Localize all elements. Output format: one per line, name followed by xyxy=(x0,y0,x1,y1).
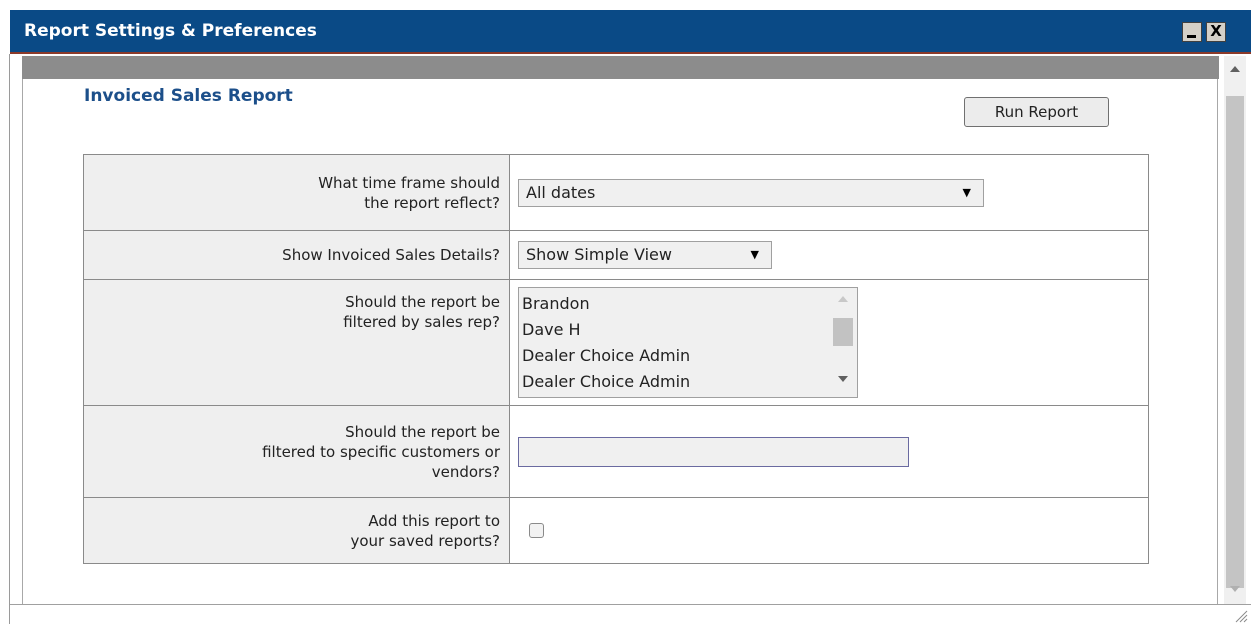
time-frame-select[interactable]: All dates ▼ xyxy=(518,178,984,207)
list-item[interactable]: Dealer Choice Admin xyxy=(522,369,857,395)
chevron-down-icon[interactable] xyxy=(838,376,848,382)
listbox-scroll-thumb[interactable] xyxy=(833,318,853,346)
time-frame-row: What time frame should the report reflec… xyxy=(83,154,1149,231)
close-button[interactable]: X xyxy=(1206,22,1226,42)
chevron-down-icon: ▼ xyxy=(750,248,759,261)
run-report-button[interactable]: Run Report xyxy=(964,97,1109,127)
time-frame-selected-value: All dates xyxy=(526,182,596,202)
chevron-down-icon: ▼ xyxy=(962,185,971,199)
customers-cell xyxy=(509,405,1149,498)
time-frame-label-line2: the report reflect? xyxy=(364,193,500,212)
header-divider-bar xyxy=(22,56,1219,79)
details-label: Show Invoiced Sales Details? xyxy=(83,230,510,280)
window-titlebar[interactable]: Report Settings & Preferences X xyxy=(10,10,1251,54)
list-item[interactable]: Dave H xyxy=(522,317,857,343)
save-row: Add this report to your saved reports? xyxy=(83,497,1149,564)
sales-rep-label-line2: filtered by sales rep? xyxy=(343,313,500,331)
time-frame-cell: All dates ▼ xyxy=(509,154,1149,231)
save-cell xyxy=(509,497,1149,564)
minimize-icon xyxy=(1187,35,1196,38)
customers-label: Should the report be filtered to specifi… xyxy=(83,405,510,498)
report-title: Invoiced Sales Report xyxy=(84,86,293,106)
time-frame-label-line1: What time frame should xyxy=(318,173,500,192)
listbox-scrollbar[interactable] xyxy=(833,294,853,392)
chevron-down-icon[interactable] xyxy=(1230,586,1240,592)
minimize-button[interactable] xyxy=(1182,22,1202,42)
save-label: Add this report to your saved reports? xyxy=(83,497,510,564)
report-settings-table: What time frame should the report reflec… xyxy=(83,154,1149,564)
page-scrollbar[interactable] xyxy=(1224,56,1246,604)
chevron-up-icon[interactable] xyxy=(838,296,848,302)
details-selected-value: Show Simple View xyxy=(526,245,672,264)
chevron-up-icon[interactable] xyxy=(1230,66,1240,72)
save-label-line2: your saved reports? xyxy=(350,531,501,550)
resize-grip-icon[interactable] xyxy=(1232,607,1248,623)
details-row: Show Invoiced Sales Details? Show Simple… xyxy=(83,230,1149,280)
close-icon: X xyxy=(1210,22,1222,40)
window-title: Report Settings & Preferences xyxy=(24,21,317,41)
customers-label-line3: vendors? xyxy=(431,462,500,481)
window-left-border xyxy=(9,54,10,624)
details-label-text: Show Invoiced Sales Details? xyxy=(282,246,500,264)
page-scroll-thumb[interactable] xyxy=(1226,96,1244,588)
sales-rep-cell: Brandon Dave H Dealer Choice Admin Deale… xyxy=(509,279,1149,406)
save-report-checkbox[interactable] xyxy=(529,523,544,538)
customers-vendors-input[interactable] xyxy=(518,436,909,467)
time-frame-label: What time frame should the report reflec… xyxy=(83,154,510,231)
list-item[interactable]: Dealer Choice Admin xyxy=(522,343,857,369)
details-cell: Show Simple View ▼ xyxy=(509,230,1149,280)
customers-label-line2: filtered to specific customers or xyxy=(262,442,500,461)
list-item[interactable]: Brandon xyxy=(522,291,857,317)
sales-rep-label-line1: Should the report be xyxy=(345,293,500,311)
window-footer xyxy=(10,604,1251,625)
sales-rep-listbox[interactable]: Brandon Dave H Dealer Choice Admin Deale… xyxy=(518,287,858,398)
details-view-select[interactable]: Show Simple View ▼ xyxy=(518,241,772,269)
customers-row: Should the report be filtered to specifi… xyxy=(83,405,1149,498)
sales-rep-label: Should the report be filtered by sales r… xyxy=(83,279,510,406)
sales-rep-row: Should the report be filtered by sales r… xyxy=(83,279,1149,406)
save-label-line1: Add this report to xyxy=(368,511,500,530)
customers-label-line1: Should the report be xyxy=(345,422,500,441)
